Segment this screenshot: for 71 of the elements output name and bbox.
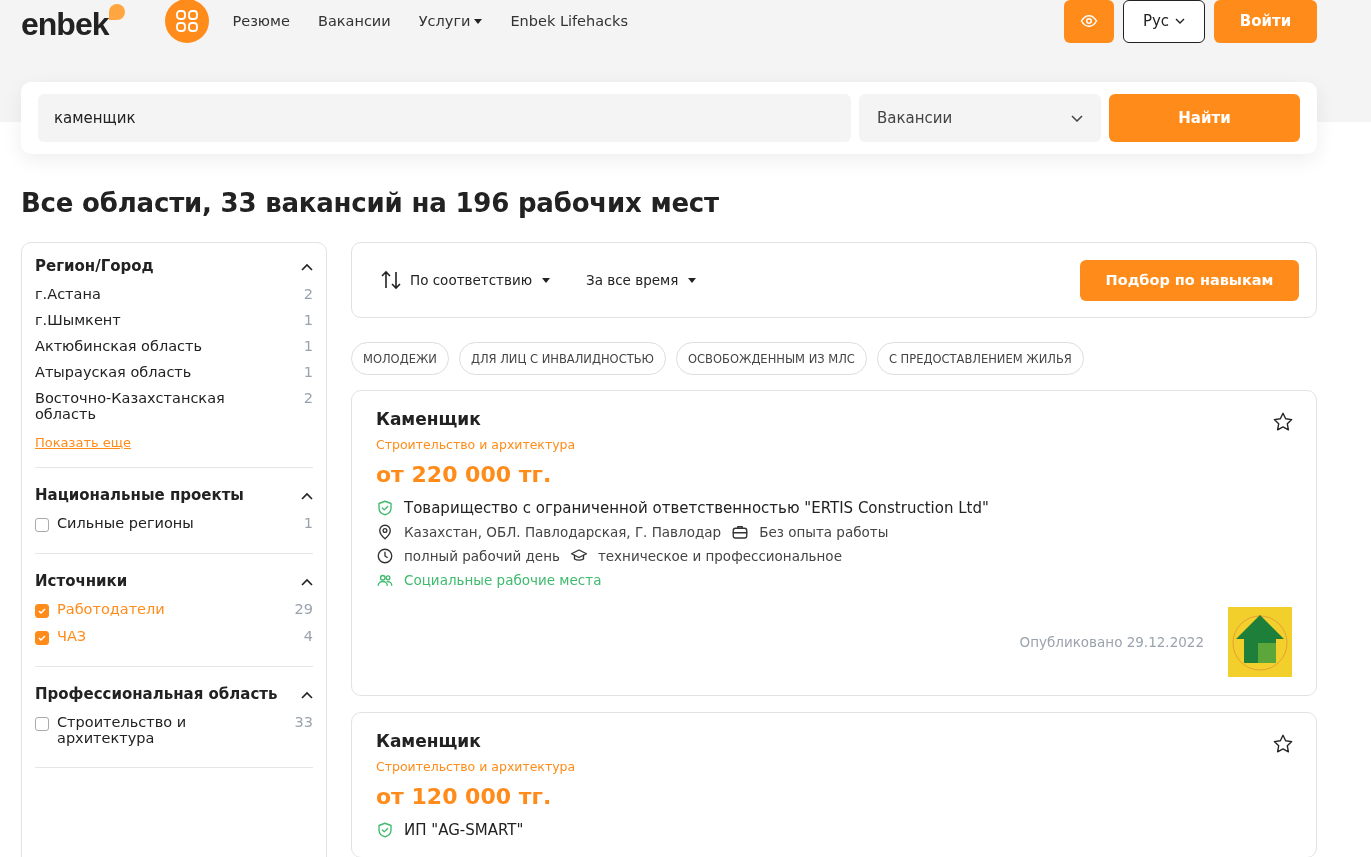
filter-option[interactable]: Атырауская область	[35, 364, 192, 380]
filter-option[interactable]: Восточно-Казахстанская область	[35, 390, 275, 422]
social-jobs-label: Социальные рабочие места	[404, 572, 602, 588]
search-type-select[interactable]: Вакансии	[859, 94, 1101, 142]
location-pin-icon	[376, 523, 394, 541]
filter-count: 1	[303, 364, 313, 380]
vacancy-category: Строительство и архитектура	[376, 437, 577, 452]
filter-section-title: Профессиональная область	[35, 685, 278, 703]
vacancy-category: Строительство и архитектура	[376, 759, 577, 774]
results-heading: Все области, 33 вакансий на 196 рабочих мест	[21, 188, 720, 218]
vacancy-title[interactable]: Каменщик	[376, 731, 1292, 751]
briefcase-icon	[731, 523, 750, 541]
filter-checkbox[interactable]	[35, 518, 49, 532]
eye-icon	[1080, 12, 1098, 30]
collapse-chevron-icon[interactable]	[301, 578, 313, 586]
collapse-chevron-icon[interactable]	[301, 492, 313, 500]
vacancy-salary: от 120 000 тг.	[376, 784, 553, 809]
search-field[interactable]: каменщик	[38, 94, 851, 142]
vacancy-location: Казахстан, ОБЛ. Павлодарская, Г. Павлодар	[404, 524, 722, 540]
grid-icon	[175, 9, 200, 33]
favorite-star-icon[interactable]	[1272, 733, 1294, 755]
filter-count: 29	[294, 601, 313, 617]
filter-count: 1	[303, 515, 313, 531]
chevron-down-icon	[1175, 18, 1186, 24]
sort-arrows-icon	[380, 270, 402, 290]
filter-count: 2	[303, 286, 313, 302]
nav-link[interactable]: Услуги	[418, 13, 483, 29]
vacancy-experience: Без опыта работы	[759, 524, 889, 540]
filter-section-title: Национальные проекты	[35, 486, 244, 504]
company-name[interactable]: ИП "AG-SMART"	[404, 821, 524, 839]
vacancy-title[interactable]: Каменщик	[376, 409, 1292, 429]
filter-section-title: Регион/Город	[35, 257, 154, 275]
period-dropdown[interactable]: За все время	[586, 272, 697, 288]
filter-checkbox[interactable]	[35, 604, 49, 618]
filter-count: 33	[294, 714, 313, 730]
nav-link[interactable]: Вакансии	[317, 13, 391, 29]
nav-link[interactable]: Резюме	[232, 13, 290, 29]
filter-option[interactable]: г.Астана	[35, 286, 101, 302]
filter-checkbox[interactable]	[35, 631, 49, 645]
filter-count: 1	[303, 338, 313, 354]
caret-icon	[542, 277, 550, 283]
company-name[interactable]: Товарищество с ограниченной ответственностью "ERTIS Construction Ltd"	[404, 499, 989, 517]
enbek-logo[interactable]: enbek	[21, 4, 128, 44]
vacancy-salary: от 220 000 тг.	[376, 462, 553, 487]
apps-menu-button[interactable]	[165, 0, 210, 43]
publish-date: Опубликовано 29.12.2022	[1019, 634, 1204, 650]
accessibility-eye-button[interactable]	[1064, 0, 1114, 43]
filter-section-title: Источники	[35, 572, 128, 590]
filter-option[interactable]: Строительство и архитектура	[57, 714, 275, 746]
vacancy-schedule: полный рабочий день	[404, 548, 560, 564]
caret-icon	[688, 277, 697, 283]
language-select[interactable]: Рус	[1123, 0, 1205, 43]
nav-link[interactable]: Enbek Lifehacks	[510, 13, 629, 29]
collapse-chevron-icon[interactable]	[301, 263, 313, 271]
filter-option[interactable]: Актюбинская область	[35, 338, 203, 354]
filter-count: 4	[303, 628, 313, 644]
collapse-chevron-icon[interactable]	[301, 691, 313, 699]
clock-icon	[376, 547, 394, 565]
sort-dropdown[interactable]: По соответствию	[410, 272, 550, 288]
filter-count: 2	[303, 390, 313, 406]
shield-check-icon	[376, 499, 394, 517]
filter-count: 1	[303, 312, 313, 328]
shield-check-icon	[376, 821, 394, 839]
filter-option[interactable]: г.Шымкент	[35, 312, 121, 328]
vacancy-education: техническое и профессиональное	[597, 548, 842, 564]
checkmark-icon	[38, 634, 46, 642]
chevron-down-icon	[1071, 114, 1083, 122]
filter-option[interactable]: Сильные регионы	[57, 515, 194, 531]
filter-checkbox[interactable]	[35, 717, 49, 731]
favorite-star-icon[interactable]	[1272, 411, 1294, 433]
checkmark-icon	[38, 607, 46, 615]
